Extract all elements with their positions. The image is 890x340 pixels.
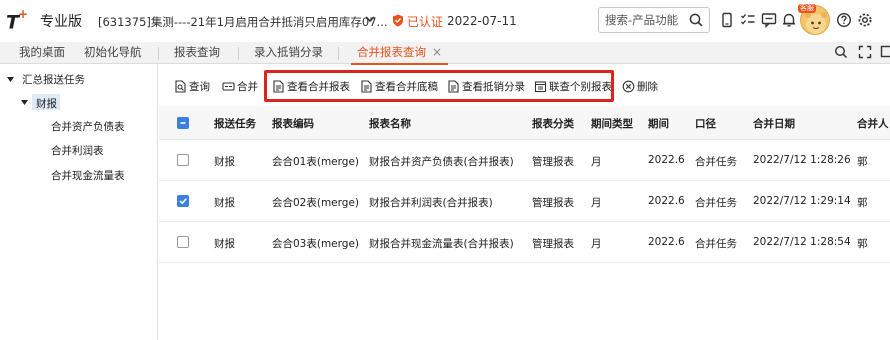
fullscreen-icon[interactable] — [858, 45, 872, 59]
caret-down-icon[interactable] — [7, 76, 14, 83]
tab-consolidated-query[interactable]: 合并报表查询 — [351, 42, 448, 65]
close-icon[interactable]: × — [432, 46, 442, 58]
chevron-down-icon[interactable] — [364, 13, 376, 25]
table-row[interactable]: 财报 会合03表(merge) 财报合并现金流量表(合并报表) 管理报表 月 2… — [159, 222, 890, 263]
table-header: 报送任务 报表编码 报表名称 报表分类 期间类型 期间 口径 合并日期 合并人 — [159, 106, 890, 140]
col-code[interactable]: 报表编码 — [272, 116, 314, 131]
search-input[interactable] — [605, 12, 687, 28]
col-merge-user[interactable]: 合并人 — [857, 116, 889, 131]
service-badge: 客服 — [798, 4, 816, 13]
company-selector[interactable]: [631375]集测----21年1月启用合并抵消只启用库存07... — [98, 14, 388, 30]
col-task[interactable]: 报送任务 — [214, 116, 256, 131]
cell-merge-user: 郭 — [857, 156, 868, 168]
tab-divider — [238, 47, 239, 60]
cell-name: 财报合并现金流量表(合并报表) — [369, 238, 514, 250]
caret-down-icon[interactable] — [21, 99, 28, 106]
cell-task: 财报 — [214, 238, 235, 250]
tab-bar: 我的桌面 初始化导航 报表查询 录入抵销分录 合并报表查询 — [0, 42, 890, 65]
cell-code: 会合02表(merge) — [272, 197, 359, 209]
cell-period-type: 月 — [591, 238, 602, 250]
query-button[interactable]: 查询 — [174, 79, 210, 93]
cell-category: 管理报表 — [532, 156, 574, 168]
cell-merge-user: 郭 — [857, 197, 868, 209]
cell-period: 2022.6 — [648, 236, 685, 248]
tab-divider — [158, 47, 159, 60]
col-period[interactable]: 期间 — [648, 116, 669, 131]
settings-icon[interactable] — [857, 12, 873, 28]
tree-item-income-statement[interactable]: 合并利润表 — [51, 143, 104, 158]
col-category[interactable]: 报表分类 — [532, 116, 574, 131]
checklist-icon[interactable] — [740, 12, 756, 28]
bell-icon[interactable] — [781, 12, 797, 28]
certified-shield-icon — [393, 14, 403, 27]
cell-period-type: 月 — [591, 197, 602, 209]
table-row[interactable]: 财报 会合01表(merge) 财报合并资产负债表(合并报表) 管理报表 月 2… — [159, 140, 890, 181]
tab-enter-offset[interactable]: 录入抵销分录 — [254, 42, 323, 64]
row-checkbox[interactable] — [177, 195, 189, 207]
search-icon[interactable] — [834, 45, 848, 59]
table-row[interactable]: 财报 会合02表(merge) 财报合并利润表(合并报表) 管理报表 月 202… — [159, 181, 890, 222]
row-checkbox[interactable] — [177, 154, 189, 166]
mobile-icon[interactable] — [719, 12, 735, 28]
row-checkbox[interactable] — [177, 236, 189, 248]
check-icon — [179, 198, 187, 205]
delete-button[interactable]: 删除 — [622, 79, 658, 93]
cell-name: 财报合并资产负债表(合并报表) — [369, 156, 514, 168]
merge-icon — [222, 81, 235, 91]
cell-task: 财报 — [214, 197, 235, 209]
login-date: 2022-07-11 — [447, 14, 517, 28]
tree-group-financial-report[interactable]: 财报 — [36, 96, 57, 111]
cell-category: 管理报表 — [532, 238, 574, 250]
delete-circle-icon — [622, 80, 635, 92]
cell-period: 2022.6 — [648, 195, 685, 207]
query-doc-icon — [175, 79, 186, 93]
tab-divider — [338, 47, 339, 60]
cell-scope: 合并任务 — [695, 238, 737, 250]
cell-scope: 合并任务 — [695, 156, 737, 168]
col-name[interactable]: 报表名称 — [369, 116, 411, 131]
select-all-checkbox[interactable] — [177, 117, 189, 129]
help-icon[interactable] — [836, 12, 852, 28]
tab-init-guide[interactable]: 初始化导航 — [84, 42, 142, 64]
cell-code: 会合01表(merge) — [272, 156, 359, 168]
cert-status: 已认证 — [407, 15, 444, 29]
cell-name: 财报合并利润表(合并报表) — [369, 197, 493, 209]
app-logo[interactable]: T+ — [6, 7, 28, 33]
feature-search[interactable] — [598, 7, 710, 33]
minus-icon — [180, 122, 186, 124]
col-merge-date[interactable]: 合并日期 — [753, 116, 795, 131]
tree-item-balance-sheet[interactable]: 合并资产负债表 — [51, 119, 125, 134]
merge-button[interactable]: 合并 — [222, 79, 258, 93]
restore-window-icon[interactable] — [880, 45, 890, 59]
cell-merge-user: 郭 — [857, 238, 868, 250]
cell-category: 管理报表 — [532, 197, 574, 209]
tab-my-desktop[interactable]: 我的桌面 — [19, 42, 65, 64]
edition-label: 专业版 — [40, 14, 82, 30]
col-scope[interactable]: 口径 — [695, 116, 716, 131]
cell-merge-date: 2022/7/12 1:28:26 — [753, 154, 851, 166]
message-icon[interactable] — [761, 12, 777, 28]
cell-period-type: 月 — [591, 156, 602, 168]
annotation-highlight-box — [264, 70, 614, 102]
cell-task: 财报 — [214, 156, 235, 168]
col-period-type[interactable]: 期间类型 — [591, 116, 633, 131]
cell-scope: 合并任务 — [695, 197, 737, 209]
tree-root-summary-tasks[interactable]: 汇总报送任务 — [22, 72, 85, 87]
search-icon[interactable] — [689, 13, 703, 27]
cell-code: 会合03表(merge) — [272, 238, 359, 250]
cell-merge-date: 2022/7/12 1:29:14 — [753, 195, 851, 207]
tree-item-cash-flow[interactable]: 合并现金流量表 — [51, 168, 125, 183]
cell-merge-date: 2022/7/12 1:28:54 — [753, 236, 851, 248]
cell-period: 2022.6 — [648, 154, 685, 166]
top-header: T+ 专业版 [631375]集测----21年1月启用合并抵消只启用库存07.… — [0, 0, 890, 42]
tab-report-query[interactable]: 报表查询 — [174, 42, 220, 64]
